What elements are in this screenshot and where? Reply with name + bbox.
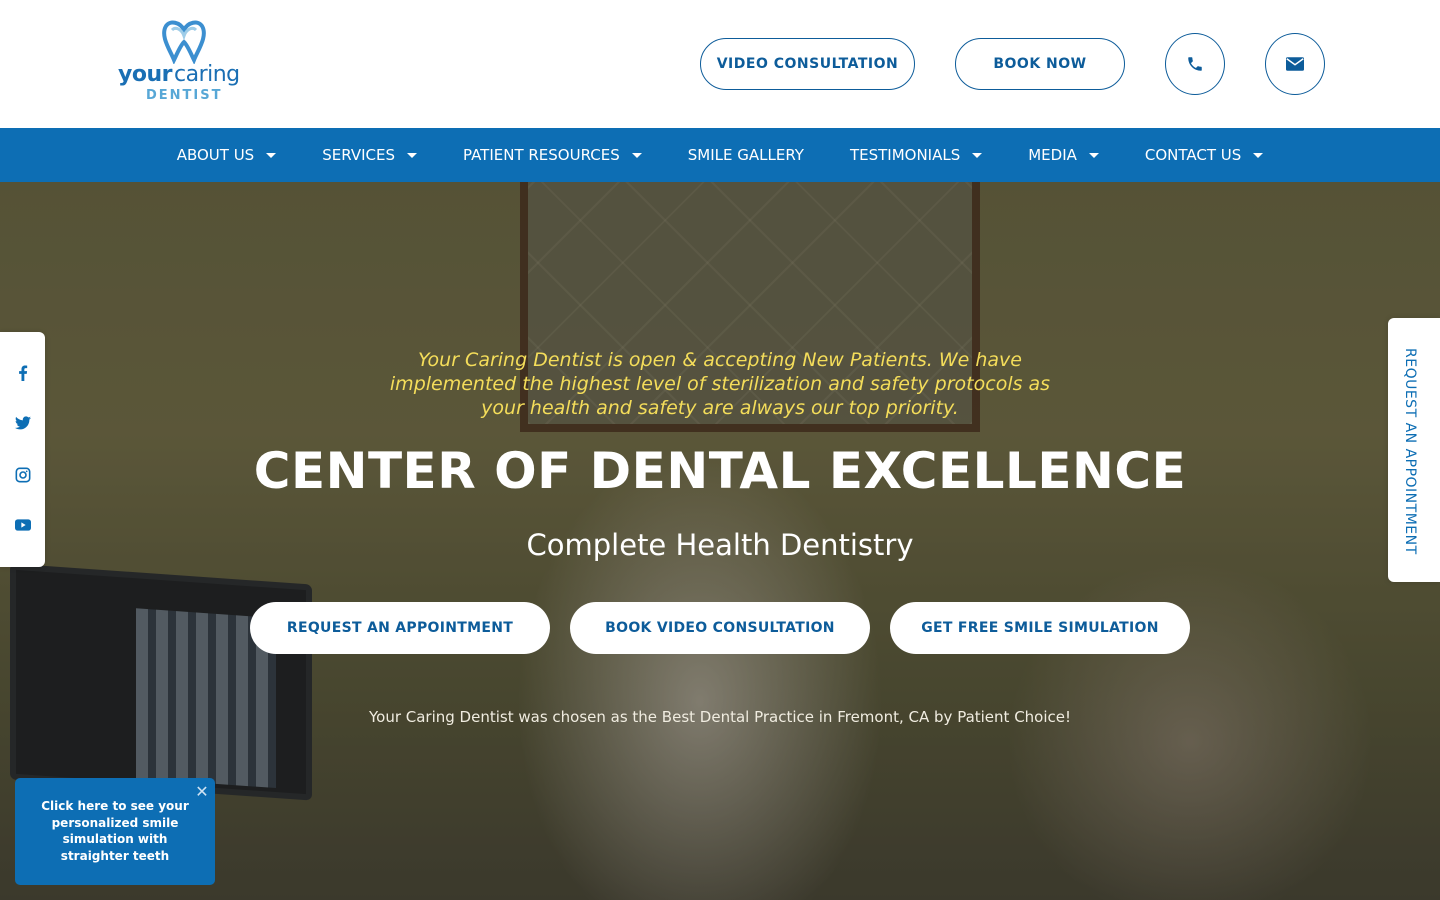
nav-label: PATIENT RESOURCES: [462, 146, 620, 164]
nav-item-patient-resources[interactable]: PATIENT RESOURCES: [440, 128, 665, 182]
caret-down-icon: [631, 152, 642, 158]
email-button[interactable]: [1265, 33, 1325, 95]
facebook-icon[interactable]: [12, 362, 34, 384]
nav-label: SMILE GALLERY: [687, 146, 804, 164]
phone-button[interactable]: [1165, 33, 1225, 95]
caret-down-icon: [406, 152, 417, 158]
caret-down-icon: [1253, 152, 1264, 158]
logo-word-dentist: DENTIST: [146, 88, 223, 103]
main-nav: ABOUT US SERVICES PATIENT RESOURCES SMIL…: [0, 128, 1440, 182]
logo[interactable]: your caring DENTIST: [116, 20, 251, 106]
site-header: your caring DENTIST VIDEO CONSULTATION B…: [0, 0, 1440, 128]
nav-item-testimonials[interactable]: TESTIMONIALS: [827, 128, 1005, 182]
book-now-button[interactable]: BOOK NOW: [955, 38, 1125, 90]
logo-word-caring: caring: [174, 62, 240, 87]
youtube-icon[interactable]: [12, 514, 34, 536]
hero-notice: Your Caring Dentist is open & accepting …: [389, 349, 1051, 419]
caret-down-icon: [266, 152, 277, 158]
nav-label: SERVICES: [322, 146, 395, 164]
close-icon[interactable]: ✕: [193, 782, 211, 801]
video-consultation-button[interactable]: VIDEO CONSULTATION: [700, 38, 915, 90]
nav-label: ABOUT US: [176, 146, 255, 164]
hero-subtitle: Complete Health Dentistry: [526, 528, 914, 562]
nav-label: CONTACT US: [1144, 146, 1242, 164]
tooth-heart-icon: [162, 20, 206, 64]
twitter-icon[interactable]: [12, 412, 34, 434]
smile-simulation-text: Click here to see your personalized smil…: [41, 799, 189, 863]
nav-item-about-us[interactable]: ABOUT US: [154, 128, 300, 182]
request-appointment-tab[interactable]: REQUEST AN APPOINTMENT: [1388, 318, 1440, 582]
nav-label: TESTIMONIALS: [849, 146, 961, 164]
hero-section: Your Caring Dentist is open & accepting …: [0, 182, 1440, 900]
free-smile-simulation-button[interactable]: GET FREE SMILE SIMULATION: [890, 602, 1190, 654]
social-sidebar: [0, 332, 45, 567]
instagram-icon[interactable]: [12, 464, 34, 486]
logo-word-your: your: [118, 62, 172, 87]
request-appointment-button[interactable]: REQUEST AN APPOINTMENT: [250, 602, 550, 654]
nav-item-services[interactable]: SERVICES: [299, 128, 440, 182]
envelope-icon: [1286, 57, 1304, 71]
nav-item-contact-us[interactable]: CONTACT US: [1122, 128, 1286, 182]
award-text: Your Caring Dentist was chosen as the Be…: [368, 708, 1072, 726]
request-appointment-tab-label: REQUEST AN APPOINTMENT: [1402, 348, 1418, 555]
nav-label: MEDIA: [1028, 146, 1077, 164]
hero-title: CENTER OF DENTAL EXCELLENCE: [253, 442, 1187, 500]
caret-down-icon: [1088, 152, 1099, 158]
phone-icon: [1188, 57, 1202, 71]
caret-down-icon: [972, 152, 983, 158]
smile-simulation-popup[interactable]: Click here to see your personalized smil…: [15, 778, 215, 885]
nav-item-smile-gallery[interactable]: SMILE GALLERY: [665, 128, 827, 182]
nav-item-media[interactable]: MEDIA: [1005, 128, 1122, 182]
book-video-consultation-button[interactable]: BOOK VIDEO CONSULTATION: [570, 602, 870, 654]
